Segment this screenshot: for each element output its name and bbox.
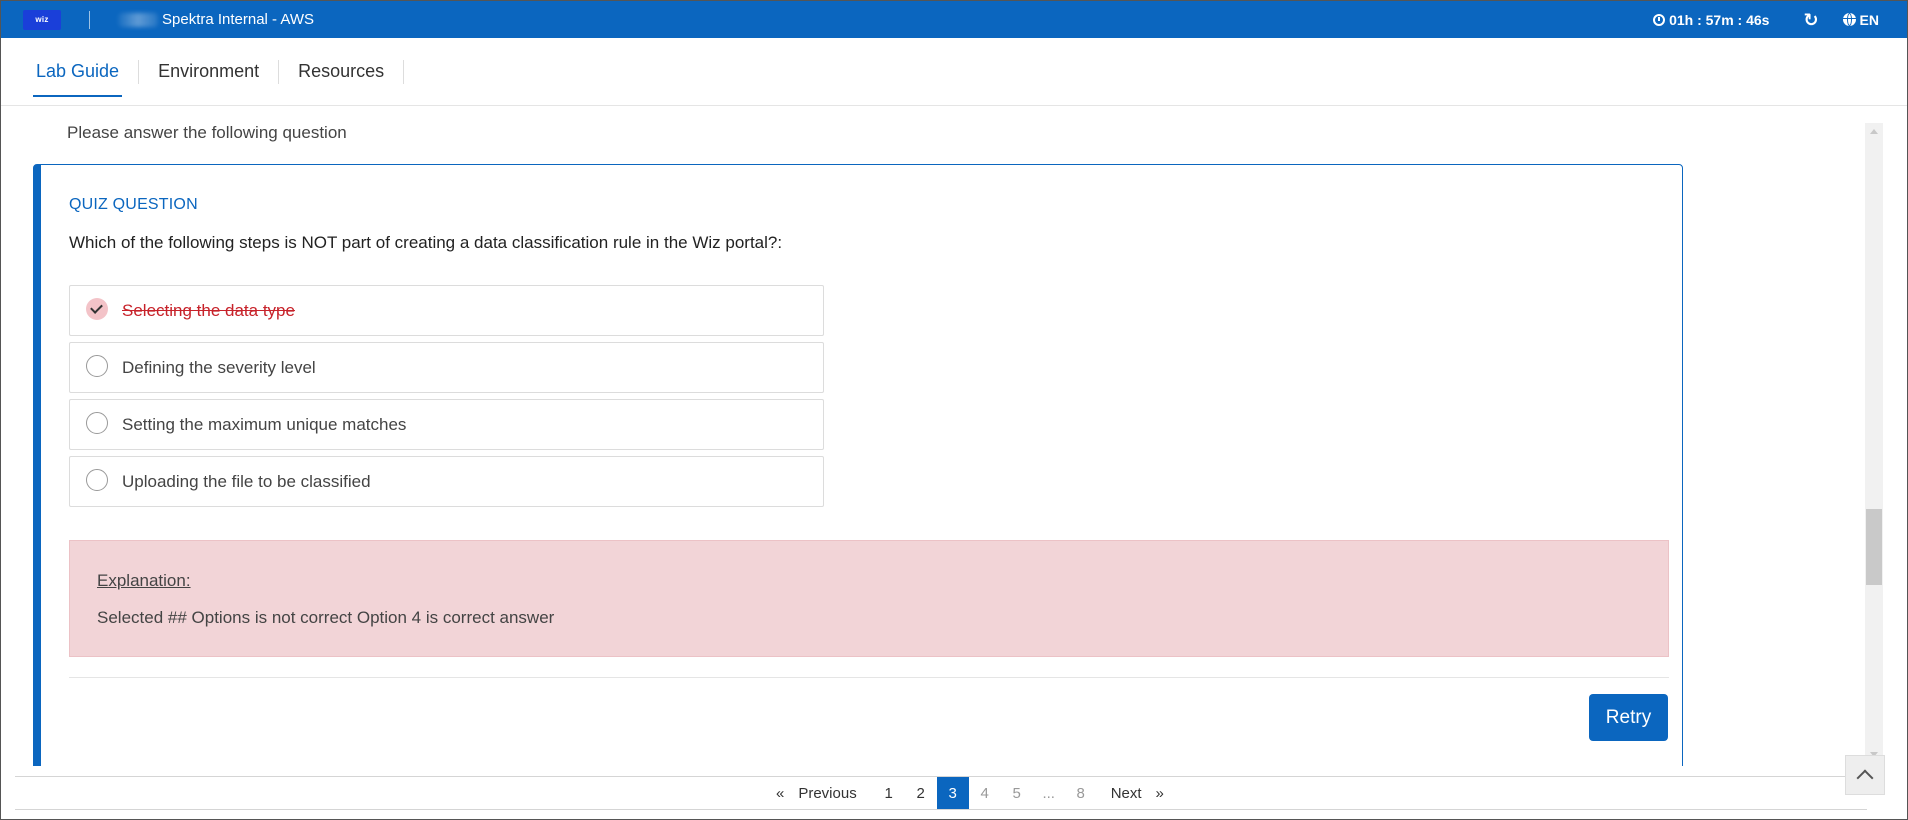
- app-title: Spektra Internal - AWS: [162, 11, 315, 28]
- tab-divider: [278, 59, 280, 84]
- quiz-label: QUIZ QUESTION: [69, 196, 198, 213]
- option-text: Selecting the data type: [122, 300, 295, 320]
- previous-arrow-icon: «: [776, 784, 785, 802]
- timer-value: 01h : 57m : 46s: [1669, 11, 1770, 28]
- scroll-up-arrow-icon[interactable]: [1870, 129, 1878, 134]
- tab-divider: [138, 59, 140, 84]
- quiz-option-4[interactable]: Uploading the file to be classified: [69, 456, 824, 507]
- tab-environment[interactable]: Environment: [155, 38, 262, 105]
- pagination: « Previous 1 2 3 4 5 ... 8 Next »: [764, 777, 1176, 809]
- next-arrow-icon: »: [1155, 784, 1164, 802]
- language-label: EN: [1859, 11, 1879, 28]
- option-text: Uploading the file to be classified: [122, 471, 371, 491]
- tab-resources[interactable]: Resources: [295, 38, 387, 105]
- scroll-thumb[interactable]: [1866, 509, 1882, 585]
- page-5[interactable]: 5: [1001, 777, 1033, 809]
- next-page-button[interactable]: Next »: [1097, 777, 1176, 809]
- previous-label: Previous: [798, 784, 857, 802]
- logo-divider: [89, 10, 90, 29]
- tab-divider: [403, 59, 405, 84]
- radio-button[interactable]: [86, 411, 108, 434]
- tab-label: Lab Guide: [36, 61, 120, 81]
- top-bar: wiz Spektra Internal - AWS 01h : 57m : 4…: [1, 1, 1907, 38]
- radio-button[interactable]: [86, 468, 108, 491]
- quiz-option-2[interactable]: Defining the severity level: [69, 342, 824, 393]
- chevron-up-icon: [1856, 769, 1874, 787]
- radio-button[interactable]: [86, 354, 108, 377]
- previous-page-button[interactable]: « Previous: [764, 777, 873, 809]
- wiz-logo: wiz: [23, 9, 61, 30]
- refresh-icon[interactable]: ↻: [1803, 11, 1818, 29]
- explanation-text: Selected ## Options is not correct Optio…: [97, 608, 555, 627]
- content-scrollbar[interactable]: [1865, 123, 1883, 763]
- tab-lab-guide[interactable]: Lab Guide: [33, 38, 123, 105]
- page-8[interactable]: 8: [1065, 777, 1097, 809]
- page-4[interactable]: 4: [969, 777, 1001, 809]
- lab-timer: 01h : 57m : 46s: [1653, 12, 1769, 28]
- logo-text: wiz: [35, 15, 49, 24]
- divider: [69, 677, 1669, 678]
- lab-guide-content: Please answer the following question QUI…: [15, 121, 1867, 766]
- clock-icon: [1653, 13, 1666, 26]
- tab-label: Resources: [298, 61, 385, 81]
- quiz-option-3[interactable]: Setting the maximum unique matches: [69, 399, 824, 450]
- option-text: Setting the maximum unique matches: [122, 414, 407, 434]
- globe-icon: [1842, 13, 1856, 26]
- retry-button[interactable]: Retry: [1589, 694, 1668, 741]
- intro-text: Please answer the following question: [67, 123, 347, 142]
- tab-bar: Lab Guide Environment Resources: [1, 38, 1907, 106]
- explanation-box: Explanation: Selected ## Options is not …: [69, 540, 1669, 657]
- check-icon: [86, 297, 108, 320]
- pagination-bar: « Previous 1 2 3 4 5 ... 8 Next »: [15, 776, 1867, 810]
- page-ellipsis: ...: [1042, 784, 1055, 802]
- quiz-question: Which of the following steps is NOT part…: [69, 233, 783, 252]
- back-to-top-button[interactable]: [1845, 755, 1885, 795]
- page-1[interactable]: 1: [873, 777, 905, 809]
- next-label: Next: [1110, 784, 1142, 802]
- option-text: Defining the severity level: [122, 357, 316, 377]
- language-selector[interactable]: EN: [1842, 11, 1879, 28]
- explanation-title: Explanation:: [97, 571, 191, 590]
- page-3-current[interactable]: 3: [936, 777, 969, 809]
- blurred-text: [118, 12, 158, 27]
- quiz-option-1[interactable]: Selecting the data type: [69, 285, 824, 336]
- quiz-card: QUIZ QUESTION Which of the following ste…: [33, 164, 1683, 766]
- page-2[interactable]: 2: [905, 777, 937, 809]
- quiz-options: Selecting the data type Defining the sev…: [69, 285, 824, 513]
- tab-label: Environment: [158, 61, 260, 81]
